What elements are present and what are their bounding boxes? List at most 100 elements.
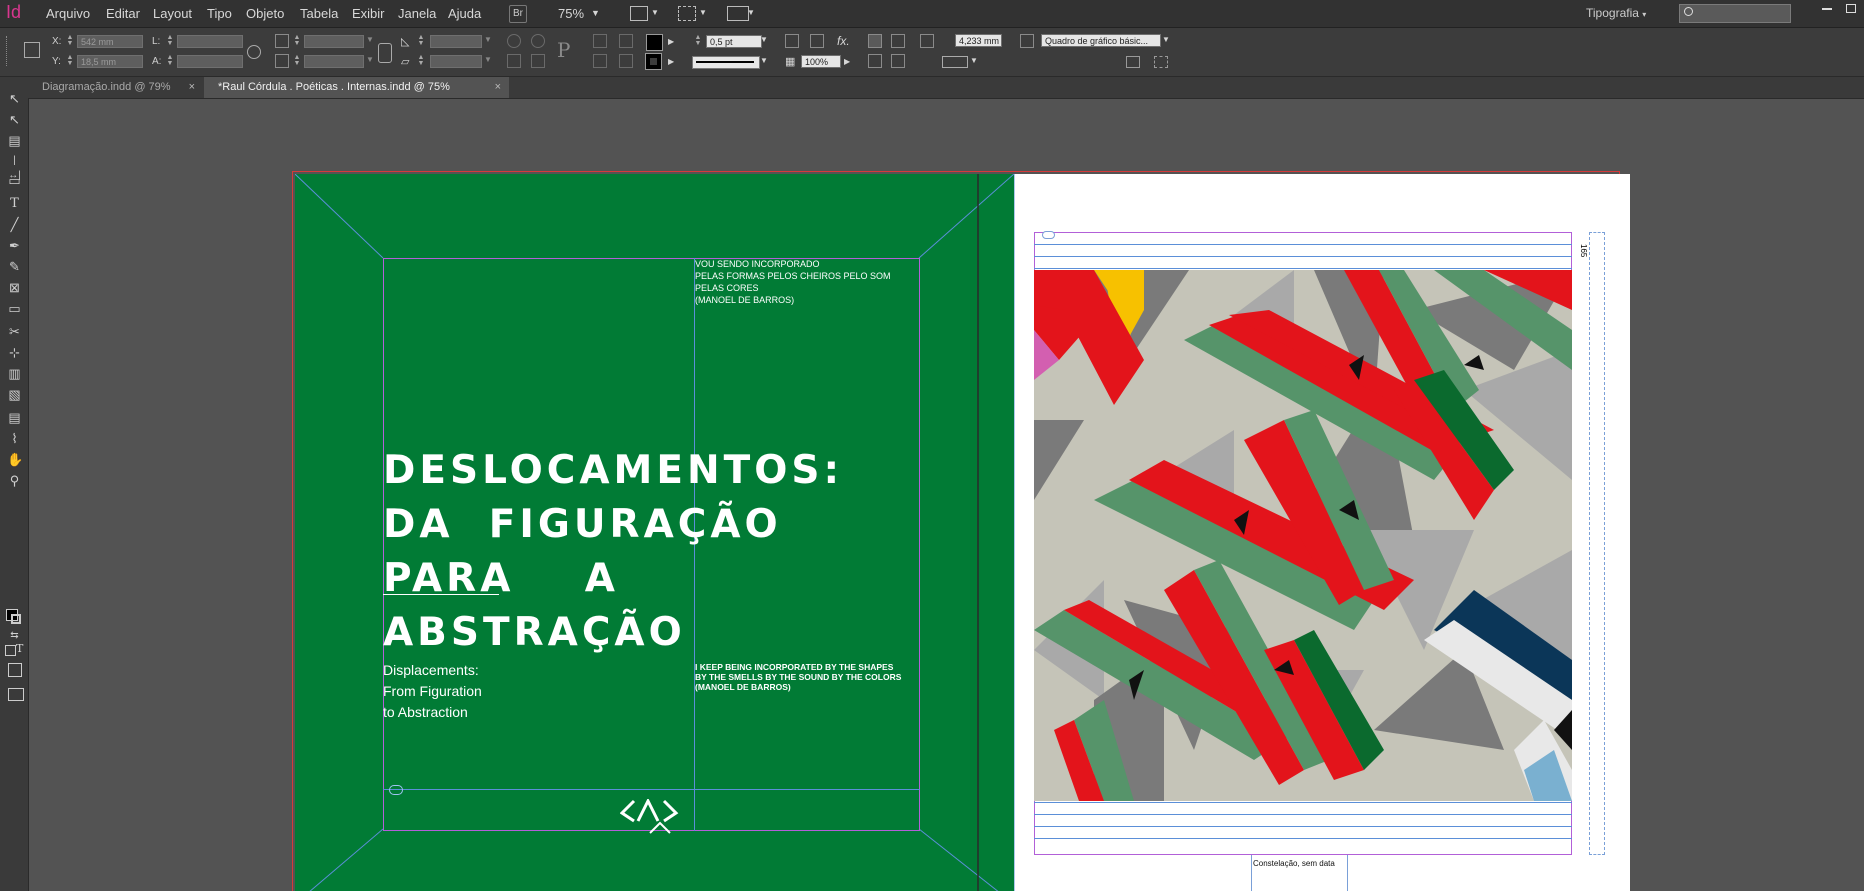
menu-tipo[interactable]: Tipo <box>207 6 232 21</box>
chevron-down-icon[interactable]: ▼ <box>484 35 492 44</box>
shear-field[interactable] <box>430 55 482 68</box>
scale-x-icon[interactable] <box>275 34 289 48</box>
tab-diagramacao[interactable]: Diagramação.indd @ 79% × <box>28 77 203 98</box>
caption-frame[interactable]: Constelação, sem data <box>1251 855 1348 891</box>
reference-point-icon[interactable] <box>24 42 40 58</box>
flip-vertical-icon[interactable] <box>531 54 545 68</box>
artwork-image[interactable] <box>1034 270 1572 801</box>
chevron-down-icon[interactable]: ▼ <box>747 8 755 17</box>
menu-editar[interactable]: Editar <box>106 6 140 21</box>
page-tool-icon[interactable]: ▤ <box>7 133 22 148</box>
link-icon[interactable] <box>389 785 403 795</box>
minimize-icon[interactable] <box>1822 8 1832 10</box>
wrap-offset-icon[interactable] <box>920 34 934 48</box>
fill-dropdown-icon[interactable]: ▶ <box>668 37 674 46</box>
link-icon[interactable] <box>1042 231 1055 239</box>
pen-tool-icon[interactable]: ✒ <box>7 238 22 253</box>
free-transform-tool-icon[interactable]: ⊹ <box>7 345 22 360</box>
search-input[interactable] <box>1679 4 1791 23</box>
rotate-field[interactable] <box>430 35 482 48</box>
y-field[interactable]: 18,5 mm <box>77 55 143 68</box>
select-previous-icon[interactable] <box>593 54 607 68</box>
x-field[interactable]: 542 mm <box>77 35 143 48</box>
chevron-down-icon[interactable]: ▼ <box>760 35 768 44</box>
menu-tabela[interactable]: Tabela <box>300 6 338 21</box>
restore-icon[interactable] <box>1846 4 1856 13</box>
stroke-swatch[interactable] <box>645 53 662 70</box>
content-collector-icon[interactable]: ▭ <box>7 173 22 188</box>
chevron-down-icon[interactable]: ▼ <box>970 56 978 65</box>
x-stepper[interactable]: ▲ ▼ <box>66 34 74 48</box>
object-style-select[interactable]: Quadro de gráfico básic... <box>1041 34 1161 47</box>
wrap-offset-field[interactable]: 4,233 mm <box>955 34 1002 47</box>
flip-horizontal-icon[interactable] <box>507 54 521 68</box>
chevron-down-icon[interactable]: ▼ <box>484 55 492 64</box>
gradient-feather-tool-icon[interactable]: ▧ <box>7 387 22 402</box>
zoom-level[interactable]: 75% <box>558 6 584 21</box>
screen-mode-icon[interactable] <box>678 6 696 21</box>
constrain-proportions-icon[interactable] <box>247 45 261 59</box>
gradient-swatch-tool-icon[interactable]: ▥ <box>7 366 22 381</box>
bridge-button[interactable]: Br <box>509 5 527 23</box>
line-tool-icon[interactable]: ╱ <box>7 217 22 232</box>
scissors-tool-icon[interactable]: ✂ <box>7 324 22 339</box>
quote-portuguese[interactable]: VOU SENDO INCORPORADO PELAS FORMAS PELOS… <box>695 258 891 306</box>
scale-y-icon[interactable] <box>275 54 289 68</box>
eyedropper-tool-icon[interactable]: ⌇ <box>7 431 22 446</box>
link-scale-icon[interactable] <box>378 43 392 63</box>
pencil-tool-icon[interactable]: ✎ <box>7 259 22 274</box>
object-effects-icon[interactable] <box>810 34 824 48</box>
page-left[interactable]: VOU SENDO INCORPORADO PELAS FORMAS PELOS… <box>295 174 1014 891</box>
shear-angle-icon[interactable]: ▱ <box>401 55 409 68</box>
text-wrap-jump-icon[interactable] <box>891 54 905 68</box>
shear-stepper[interactable]: ▲ ▼ <box>417 54 425 68</box>
menu-arquivo[interactable]: Arquivo <box>46 6 90 21</box>
pasteboard[interactable]: VOU SENDO INCORPORADO PELAS FORMAS PELOS… <box>29 99 1864 891</box>
swap-colors-icon[interactable]: ⇆ <box>7 628 22 643</box>
stroke-weight-stepper[interactable]: ▲ ▼ <box>694 34 702 48</box>
title-line-1[interactable]: DESLOCAMENTOS: <box>383 448 843 493</box>
stroke-dropdown-icon[interactable]: ▶ <box>668 57 674 66</box>
apply-color-icon[interactable] <box>8 663 22 677</box>
chevron-down-icon[interactable]: ▼ <box>366 35 374 44</box>
page-number[interactable]: 165 <box>1579 244 1588 257</box>
opacity-field[interactable]: 100% <box>801 55 841 68</box>
corner-shape-select[interactable] <box>942 56 968 68</box>
scale-y-field[interactable] <box>304 55 364 68</box>
note-tool-icon[interactable]: ▤ <box>7 410 22 425</box>
chevron-down-icon[interactable]: ▼ <box>699 8 707 17</box>
clear-overrides-icon[interactable] <box>1126 56 1140 68</box>
menu-ajuda[interactable]: Ajuda <box>448 6 481 21</box>
scale-x-stepper[interactable]: ▲ ▼ <box>293 34 301 48</box>
title-line-2[interactable]: DA FIGURAÇÃO <box>383 502 782 547</box>
rectangle-frame-tool-icon[interactable]: ⊠ <box>7 280 22 295</box>
text-wrap-box-icon[interactable] <box>891 34 905 48</box>
page-right[interactable]: 165 Constelação, sem data <box>1014 174 1630 891</box>
select-container-icon[interactable] <box>593 34 607 48</box>
view-options-icon[interactable] <box>630 6 648 21</box>
fill-swatch[interactable] <box>646 34 663 51</box>
formatting-text-icon[interactable]: T <box>16 642 23 655</box>
drop-shadow-icon[interactable] <box>785 34 799 48</box>
scale-x-field[interactable] <box>304 35 364 48</box>
subtitle-english[interactable]: Displacements: From Figuration to Abstra… <box>383 660 482 723</box>
fitting-icon[interactable] <box>1154 56 1168 68</box>
workspace-switcher[interactable]: Tipografia ▾ <box>1586 6 1646 20</box>
select-content-icon[interactable] <box>619 34 633 48</box>
title-line-4[interactable]: ABSTRAÇÃO <box>383 610 686 655</box>
width-field[interactable] <box>177 35 243 48</box>
direct-selection-tool-icon[interactable]: ↖ <box>7 112 22 127</box>
opacity-dropdown-icon[interactable]: ▶ <box>844 57 850 66</box>
arrange-documents-icon[interactable] <box>727 6 749 21</box>
chevron-down-icon[interactable]: ▼ <box>366 55 374 64</box>
selection-tool-icon[interactable]: ↖ <box>7 91 22 106</box>
menu-exibir[interactable]: Exibir <box>352 6 385 21</box>
fx-button[interactable]: fx. <box>837 34 850 48</box>
quote-english[interactable]: I KEEP BEING INCORPORATED BY THE SHAPES … <box>695 662 901 692</box>
menu-layout[interactable]: Layout <box>153 6 192 21</box>
screen-mode-tool-icon[interactable] <box>8 688 24 701</box>
rotate-angle-icon[interactable]: ◺ <box>401 35 409 48</box>
text-wrap-shape-icon[interactable] <box>868 54 882 68</box>
height-stepper[interactable]: ▲ ▼ <box>166 54 174 68</box>
rotate-cw-icon[interactable] <box>507 34 521 48</box>
